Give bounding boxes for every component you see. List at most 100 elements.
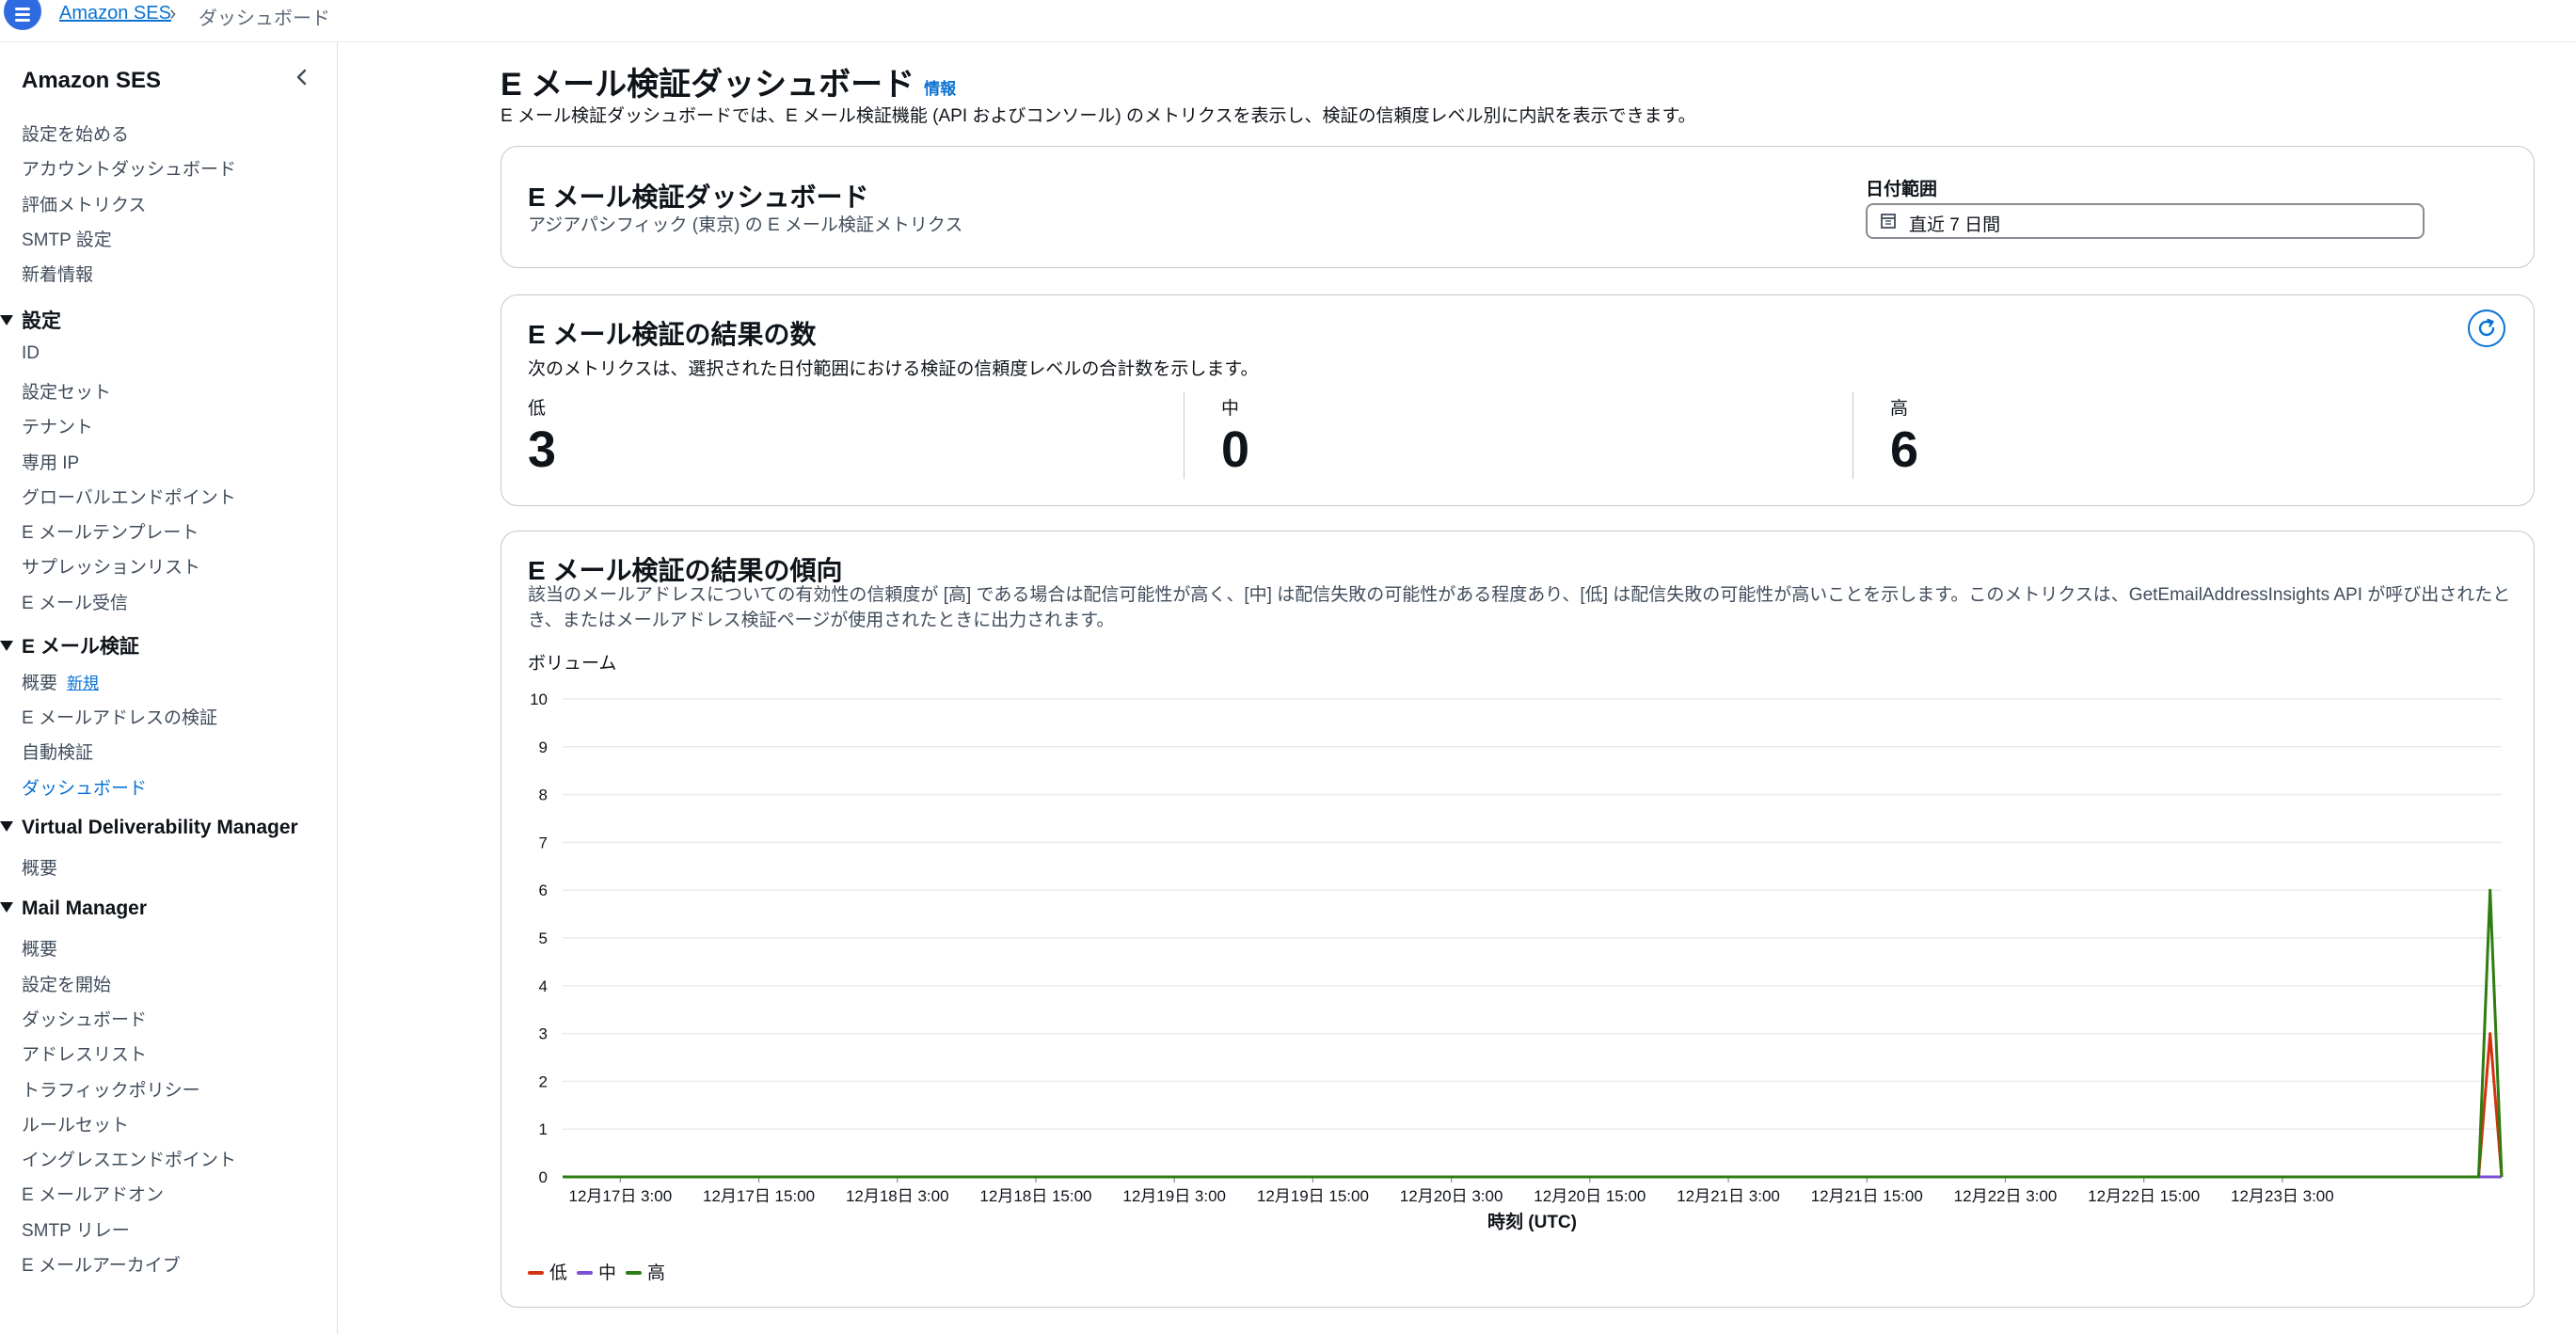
x-tick-label: 12月21日 15:00: [1811, 1187, 1923, 1205]
legend-item[interactable]: 低: [528, 1259, 567, 1284]
sidebar-item-mm-dashboard[interactable]: ダッシュボード: [22, 1006, 147, 1031]
date-range-value: 直近 7 日間: [1909, 215, 2001, 235]
page-title: E メール検証ダッシュボード 情報: [501, 67, 957, 103]
x-tick-label: 12月19日 15:00: [1257, 1187, 1369, 1205]
sidebar-item-smtp-settings[interactable]: SMTP 設定: [22, 226, 112, 251]
metric-label: 低: [528, 399, 547, 419]
sidebar-item-ingress-endpoints[interactable]: イングレスエンドポイント: [22, 1146, 236, 1171]
legend-label: 高: [647, 1263, 666, 1283]
divider: [1852, 392, 1853, 479]
sidebar-item-verify-email-address[interactable]: E メールアドレスの検証: [22, 704, 217, 729]
sidebar-item-traffic-policies[interactable]: トラフィックポリシー: [22, 1076, 200, 1102]
x-tick-label: 12月21日 3:00: [1677, 1187, 1780, 1205]
sidebar-title: Amazon SES: [22, 68, 162, 93]
card-description: 次のメトリクスは、選択された日付範囲における検証の信頼度レベルの合計数を示します…: [528, 359, 1259, 379]
y-tick-label: 0: [539, 1168, 548, 1186]
sidebar-section-email-validation[interactable]: E メール検証: [0, 631, 139, 659]
x-tick-label: 12月17日 15:00: [703, 1187, 815, 1205]
sidebar-item-rule-sets[interactable]: ルールセット: [22, 1111, 129, 1136]
legend-swatch: [528, 1270, 544, 1275]
date-range-picker[interactable]: 直近 7 日間: [1866, 203, 2425, 239]
x-tick-label: 12月20日 15:00: [1534, 1187, 1646, 1205]
info-link[interactable]: 情報: [924, 80, 956, 98]
y-tick-label: 8: [539, 786, 548, 804]
y-tick-label: 6: [539, 881, 548, 899]
y-tick-label: 1: [539, 1120, 548, 1138]
card-subtitle: アジアパシフィック (東京) の E メール検証メトリクス: [528, 215, 963, 235]
sidebar-item-auto-validation[interactable]: 自動検証: [22, 738, 93, 764]
x-tick-label: 12月20日 3:00: [1400, 1187, 1503, 1205]
metric-value: 3: [528, 421, 557, 478]
y-tick-label: 7: [539, 834, 548, 851]
y-tick-label: 2: [539, 1072, 548, 1090]
trend-line-chart: 0 1 2 3 4 5 6 7 8 9 10 12月17日 3:00 12月17日 15:00 12月18…: [530, 691, 2504, 1232]
legend-label: 低: [549, 1263, 568, 1283]
card-title: E メール検証の結果の数: [528, 320, 817, 349]
metric-value: 0: [1221, 421, 1250, 478]
chevron-right-icon: ›: [169, 1, 177, 24]
sidebar-item-mm-setup[interactable]: 設定を開始: [22, 971, 111, 996]
refresh-button[interactable]: [2468, 310, 2505, 347]
sidebar-item-validation-dashboard[interactable]: ダッシュボード: [22, 774, 147, 800]
x-axis-title: 時刻 (UTC): [1487, 1211, 1577, 1232]
caret-down-icon: [0, 314, 13, 326]
sidebar-item-tenants[interactable]: テナント: [22, 413, 93, 438]
chevron-left-icon[interactable]: [292, 67, 312, 87]
caret-down-icon: [0, 901, 13, 913]
result-trend-card: E メール検証の結果の傾向 該当のメールアドレスについての有効性の信頼度が [高…: [501, 531, 2535, 1308]
legend-item[interactable]: 高: [626, 1259, 665, 1284]
sidebar: Amazon SES 設定を始める アカウントダッシュボード 評価メトリクス S…: [0, 42, 338, 1334]
divider: [1184, 392, 1185, 479]
y-tick-label: 4: [539, 977, 548, 995]
sidebar-item-reputation-metrics[interactable]: 評価メトリクス: [22, 191, 146, 216]
caret-down-icon: [0, 640, 13, 651]
sidebar-item-identities[interactable]: ID: [22, 343, 40, 364]
new-badge[interactable]: 新規: [67, 675, 99, 692]
card-title: E メール検証ダッシュボード: [528, 183, 869, 212]
x-tick-label: 12月22日 3:00: [1954, 1187, 2058, 1205]
legend-item[interactable]: 中: [577, 1259, 616, 1284]
sidebar-item-smtp-relay[interactable]: SMTP リレー: [22, 1216, 130, 1242]
sidebar-item-dedicated-ips[interactable]: 専用 IP: [22, 449, 79, 474]
sidebar-item-vdm-overview[interactable]: 概要: [22, 854, 57, 880]
y-tick-label: 5: [539, 929, 548, 947]
dashboard-header-card: E メール検証ダッシュボード アジアパシフィック (東京) の E メール検証メ…: [501, 146, 2535, 268]
sidebar-item-suppression-list[interactable]: サプレッションリスト: [22, 553, 200, 579]
metric-label: 中: [1221, 399, 1240, 419]
x-tick-label: 12月18日 3:00: [846, 1187, 949, 1205]
refresh-icon: [2478, 318, 2495, 337]
legend-swatch: [626, 1270, 643, 1275]
sidebar-item-whats-new[interactable]: 新着情報: [22, 261, 93, 286]
sidebar-item-email-receiving[interactable]: E メール受信: [22, 589, 128, 614]
legend-label: 中: [598, 1263, 617, 1283]
sidebar-item-account-dashboard[interactable]: アカウントダッシュボード: [22, 155, 236, 181]
date-range-label: 日付範囲: [1866, 180, 1938, 199]
sidebar-section-vdm[interactable]: Virtual Deliverability Manager: [0, 817, 298, 839]
result-count-card: E メール検証の結果の数 次のメトリクスは、選択された日付範囲における検証の信頼…: [501, 294, 2535, 506]
sidebar-item-email-add-ons[interactable]: E メールアドオン: [22, 1181, 164, 1206]
sidebar-item-address-lists[interactable]: アドレスリスト: [22, 1040, 147, 1066]
sidebar-item-global-endpoints[interactable]: グローバルエンドポイント: [22, 484, 236, 509]
chart-legend: 低中高: [528, 1259, 675, 1284]
sidebar-section-configuration[interactable]: 設定: [0, 306, 61, 334]
sidebar-item-validation-overview[interactable]: 概要 新規: [22, 669, 99, 694]
x-tick-label: 12月17日 3:00: [569, 1187, 673, 1205]
breadcrumb-root-link[interactable]: Amazon SES: [59, 3, 171, 24]
metric-label: 高: [1890, 399, 1909, 419]
sidebar-section-mail-manager[interactable]: Mail Manager: [0, 897, 147, 920]
sidebar-item-mm-overview[interactable]: 概要: [22, 935, 57, 961]
calendar-icon: [1881, 214, 1896, 229]
metric-value: 6: [1890, 421, 1919, 478]
breadcrumb-current: ダッシュボード: [199, 8, 330, 29]
menu-icon[interactable]: [4, 0, 41, 30]
y-tick-label: 9: [539, 738, 548, 756]
sidebar-item-getting-started[interactable]: 設定を始める: [22, 120, 129, 146]
caret-down-icon: [0, 820, 13, 832]
y-tick-label: 3: [539, 1025, 548, 1043]
sidebar-item-email-templates[interactable]: E メールテンプレート: [22, 518, 199, 544]
y-tick-label: 10: [530, 691, 548, 708]
page-description: E メール検証ダッシュボードでは、E メール検証機能 (API およびコンソール…: [501, 106, 1696, 126]
sidebar-item-email-archive[interactable]: E メールアーカイブ: [22, 1251, 181, 1277]
sidebar-item-configuration-sets[interactable]: 設定セット: [22, 378, 111, 404]
breadcrumb-bar: Amazon SES › ダッシュボード: [0, 0, 2576, 42]
